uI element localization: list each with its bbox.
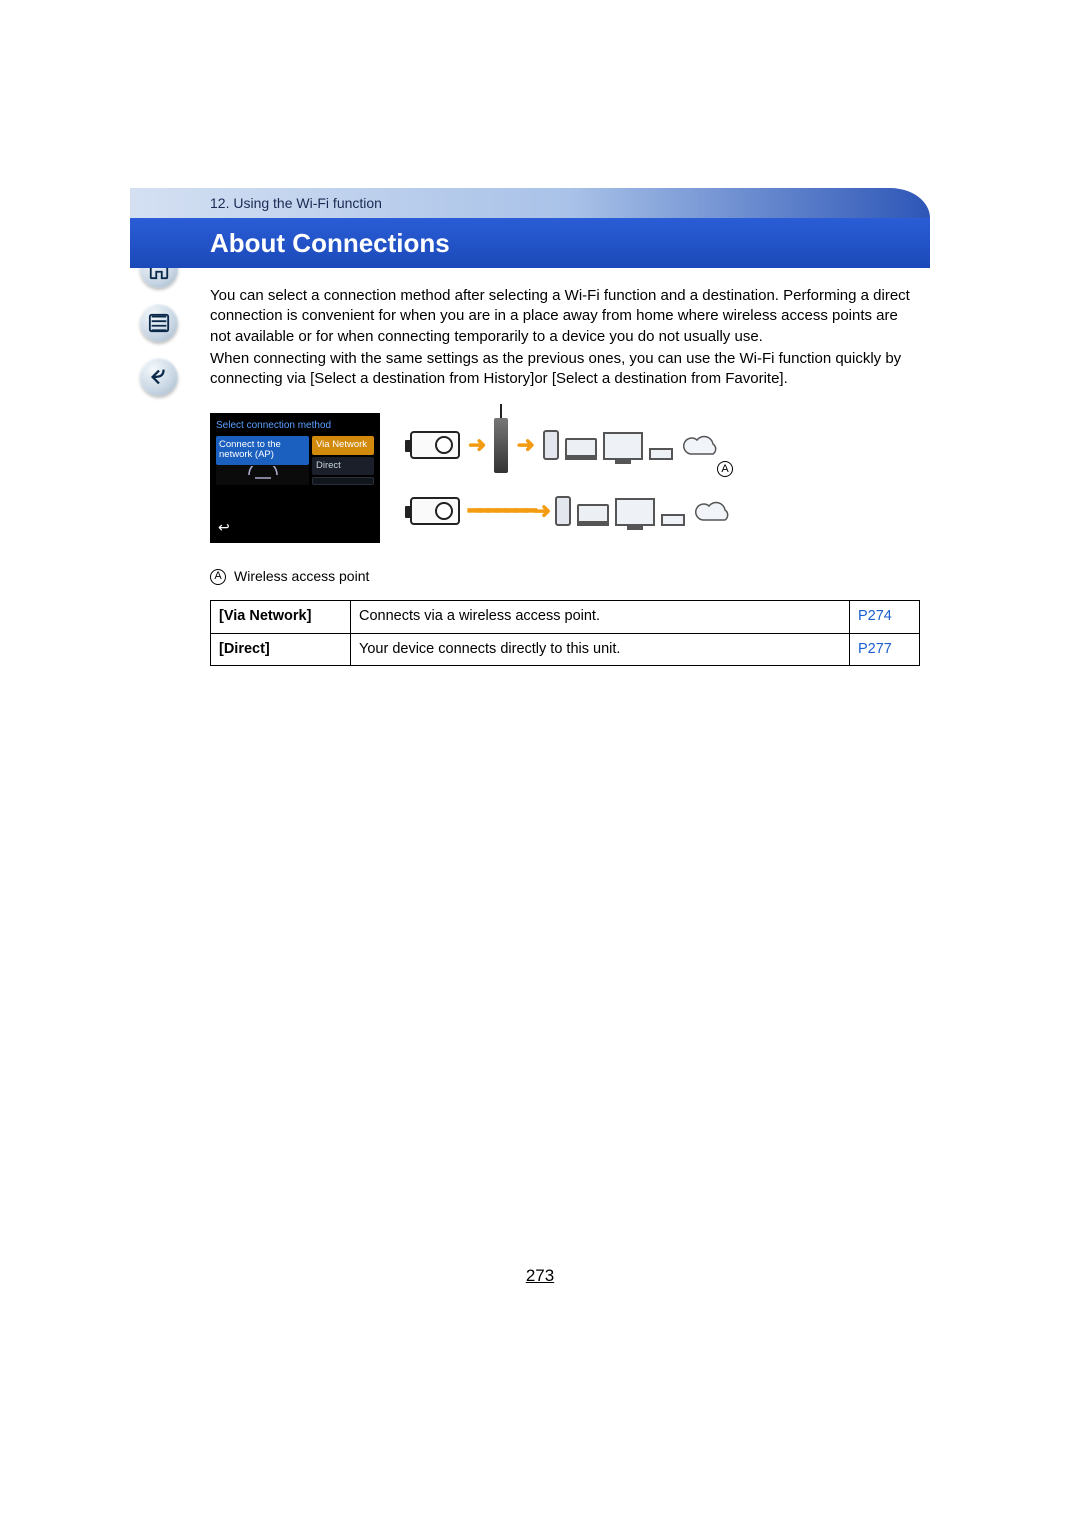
content-area: You can select a connection method after…	[130, 268, 930, 666]
phone-icon	[555, 496, 571, 526]
device-group	[543, 430, 723, 460]
row-name: [Direct]	[211, 633, 351, 666]
arrow-icon: ➜	[468, 430, 486, 460]
flow-diagrams: ➜ ➜ A	[410, 413, 920, 543]
row-name: [Via Network]	[211, 601, 351, 634]
row-desc: Connects via a wireless access point.	[351, 601, 850, 634]
table-row: [Direct] Your device connects directly t…	[211, 633, 920, 666]
caption-marker-a: A	[210, 569, 226, 585]
cloud-service-icon	[691, 500, 735, 526]
chapter-header: 12. Using the Wi-Fi function	[130, 188, 930, 218]
table-row: [Via Network] Connects via a wireless ac…	[211, 601, 920, 634]
marker-a-in-diagram: A	[530, 461, 920, 477]
device-group	[555, 496, 735, 526]
paragraph-2: When connecting with the same settings a…	[210, 349, 920, 390]
menu-title: Select connection method	[216, 419, 374, 433]
menu-direct: Direct	[312, 457, 374, 476]
recorder-icon	[661, 514, 685, 526]
section-title-bar: About Connections	[130, 218, 930, 268]
camera-icon	[410, 497, 460, 525]
cloud-service-icon	[679, 434, 723, 460]
menu-connect-ap: Connect to the network (AP)	[216, 436, 309, 465]
long-arrow-icon: ━━━━━━━➜	[468, 496, 547, 526]
camera-menu-screenshot: Select connection method Connect to the …	[210, 413, 380, 543]
flow-direct: ━━━━━━━➜	[410, 481, 920, 541]
monitor-icon	[603, 432, 643, 460]
laptop-icon	[565, 438, 597, 460]
menu-graphic-icon	[216, 465, 309, 485]
chapter-label: 12. Using the Wi-Fi function	[210, 195, 382, 211]
arrow-icon: ➜	[516, 430, 534, 460]
row-desc: Your device connects directly to this un…	[351, 633, 850, 666]
laptop-icon	[577, 504, 609, 526]
paragraph-1: You can select a connection method after…	[210, 286, 920, 347]
page-link[interactable]: P274	[850, 601, 920, 634]
menu-back-icon: ↩	[218, 518, 230, 537]
caption-text: Wireless access point	[234, 567, 369, 586]
monitor-icon	[615, 498, 655, 526]
page-link[interactable]: P277	[850, 633, 920, 666]
section-title: About Connections	[210, 228, 450, 259]
diagram-caption: A Wireless access point	[210, 567, 920, 586]
camera-icon	[410, 431, 460, 459]
connection-diagram: Select connection method Connect to the …	[210, 413, 920, 543]
page-number: 273	[526, 1266, 554, 1286]
page: 12. Using the Wi-Fi function About Conne…	[130, 188, 930, 666]
menu-via-network: Via Network	[312, 436, 374, 455]
marker-circle-a: A	[717, 461, 733, 477]
phone-icon	[543, 430, 559, 460]
menu-empty-slot	[312, 477, 374, 484]
recorder-icon	[649, 448, 673, 460]
connection-methods-table: [Via Network] Connects via a wireless ac…	[210, 600, 920, 666]
router-icon	[494, 418, 508, 473]
